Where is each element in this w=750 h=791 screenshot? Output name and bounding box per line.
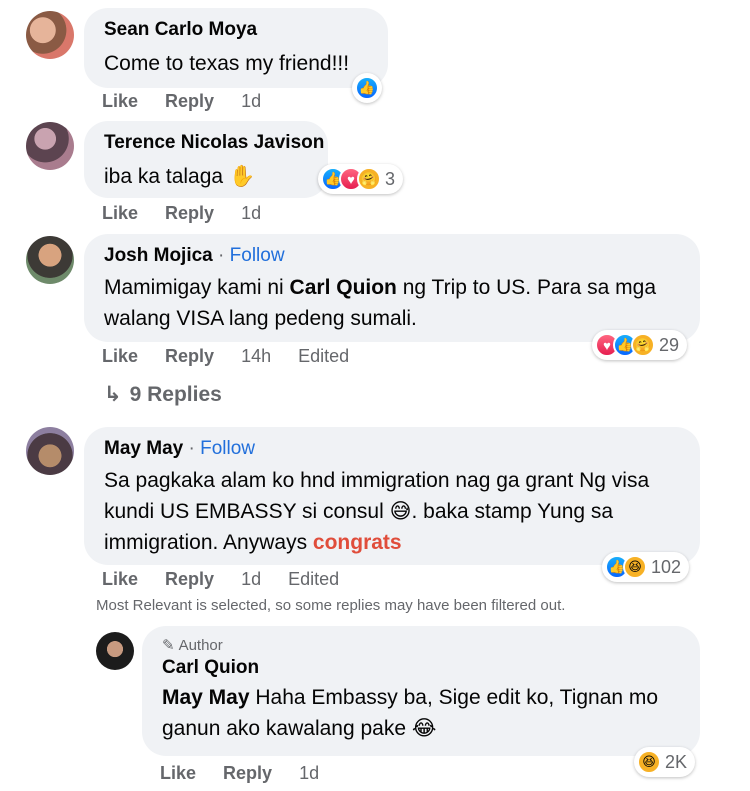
separator-dot: · [188, 438, 195, 459]
reaction-summary[interactable]: 👍 😆 102 [602, 552, 690, 582]
reply-button[interactable]: Reply [165, 203, 214, 223]
timestamp[interactable]: 1d [241, 91, 261, 111]
reply-arrow-icon: ↳ [104, 383, 122, 406]
comment-text-part: Mamimigay kami ni [104, 276, 290, 299]
care-reaction-icon: 🤗 [631, 333, 655, 357]
separator-dot: · [218, 245, 225, 266]
mention-link[interactable]: Carl Quion [290, 276, 397, 299]
reaction-count: 102 [651, 556, 682, 577]
commenter-name[interactable]: Sean Carlo Moya [104, 18, 368, 42]
reaction-summary[interactable]: 👍 [352, 73, 382, 103]
filter-notice: Most Relevant is selected, so some repli… [96, 597, 566, 614]
reaction-summary[interactable]: 😆 2K [634, 747, 696, 777]
commenter-name-link[interactable]: May May [104, 438, 183, 459]
follow-button[interactable]: Follow [200, 438, 255, 459]
avatar[interactable] [26, 236, 74, 284]
mention-link[interactable]: May May [162, 686, 250, 709]
like-button[interactable]: Like [160, 763, 196, 783]
comment-bubble: Sean Carlo Moya Come to texas my friend!… [84, 8, 388, 88]
commenter-name[interactable]: Carl Quion [162, 656, 680, 680]
reaction-count: 29 [659, 334, 680, 355]
avatar[interactable] [26, 11, 74, 59]
haha-reaction-icon: 😆 [637, 750, 661, 774]
comment-text: Sa pagkaka alam ko hnd immigration nag g… [104, 465, 680, 558]
edited-label: Edited [298, 346, 350, 366]
replies-count: 9 Replies [129, 383, 222, 406]
comment-text: iba ka talaga ✋ [104, 161, 308, 192]
reaction-summary[interactable]: 👍 ♥ 🤗 3 [318, 164, 404, 194]
author-label: Author [178, 636, 223, 654]
commenter-name: May May · Follow [104, 437, 680, 461]
reply-bubble: ✎ Author Carl Quion May May Haha Embassy… [142, 626, 700, 756]
like-reaction-icon: 👍 [355, 76, 379, 100]
comment-actions: Like Reply 1d [102, 203, 283, 224]
comment-bubble: Terence Nicolas Javison iba ka talaga ✋ [84, 121, 328, 198]
reply-button[interactable]: Reply [165, 91, 214, 111]
pencil-icon: ✎ [162, 637, 175, 654]
comment-actions: Like Reply 1d Edited [102, 569, 361, 590]
like-button[interactable]: Like [102, 91, 138, 111]
comment-actions: Like Reply 14h Edited [102, 346, 371, 367]
commenter-name-link[interactable]: Josh Mojica [104, 245, 213, 266]
view-replies-button[interactable]: ↳ 9 Replies [104, 382, 222, 407]
comment-text: Come to texas my friend!!! [104, 52, 350, 75]
comment-actions: Like Reply 1d [160, 763, 341, 784]
comment-bubble: Josh Mojica · Follow Mamimigay kami ni C… [84, 234, 700, 342]
comment-text-body: iba ka talaga [104, 165, 224, 188]
reply-button[interactable]: Reply [223, 763, 272, 783]
reaction-count: 2K [665, 751, 688, 772]
reply-button[interactable]: Reply [165, 569, 214, 589]
reply-button[interactable]: Reply [165, 346, 214, 366]
haha-reaction-icon: 😆 [623, 555, 647, 579]
grinning-emoji-icon: 😅 [389, 500, 412, 523]
avatar[interactable] [26, 427, 74, 475]
commenter-name: Josh Mojica · Follow [104, 244, 680, 268]
timestamp[interactable]: 1d [241, 569, 261, 589]
comment-actions: Like Reply 1d [102, 91, 283, 112]
timestamp[interactable]: 1d [241, 203, 261, 223]
author-badge: ✎ Author [162, 636, 680, 655]
commenter-name[interactable]: Terence Nicolas Javison [104, 131, 324, 155]
avatar[interactable] [26, 122, 74, 170]
laughing-emoji-icon: 😂 [411, 717, 437, 740]
follow-button[interactable]: Follow [230, 245, 285, 266]
timestamp[interactable]: 14h [241, 346, 271, 366]
congrats-highlight: congrats [312, 531, 402, 554]
reaction-count: 3 [385, 168, 396, 189]
comment-text: Mamimigay kami ni Carl Quion ng Trip to … [104, 272, 680, 334]
care-reaction-icon: 🤗 [357, 167, 381, 191]
like-button[interactable]: Like [102, 346, 138, 366]
raised-hand-emoji-icon: ✋ [228, 165, 256, 188]
reaction-summary[interactable]: ♥ 👍 🤗 29 [592, 330, 688, 360]
avatar[interactable] [96, 632, 134, 670]
comment-bubble: May May · Follow Sa pagkaka alam ko hnd … [84, 427, 700, 565]
like-button[interactable]: Like [102, 203, 138, 223]
edited-label: Edited [288, 569, 340, 589]
comment-text: May May Haha Embassy ba, Sige edit ko, T… [162, 682, 680, 744]
timestamp[interactable]: 1d [299, 763, 319, 783]
like-button[interactable]: Like [102, 569, 138, 589]
